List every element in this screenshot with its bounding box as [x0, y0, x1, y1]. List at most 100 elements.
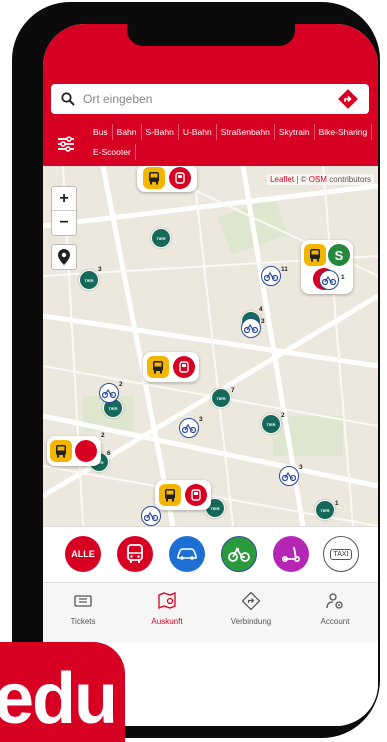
bus-icon [127, 544, 143, 563]
mode-all-button[interactable]: ALLE [65, 536, 101, 572]
tier-scooter-pin[interactable]: TIER [151, 228, 171, 248]
tram-stop-icon [173, 356, 195, 378]
tier-scooter-pin[interactable]: TIER [211, 388, 231, 408]
mode-car-button[interactable] [169, 536, 205, 572]
account-settings-icon [326, 593, 343, 609]
brand-text: edu [0, 659, 118, 739]
vehicle-count: 1 [341, 274, 345, 281]
vehicle-count: 1 [335, 500, 339, 507]
search-input[interactable]: Ort eingeben [83, 92, 337, 106]
vehicle-count: 4 [259, 306, 263, 313]
station-cluster[interactable] [155, 480, 211, 510]
osm-link[interactable]: OSM [309, 175, 327, 184]
mode-selector: ALLE TAXI [43, 526, 378, 582]
scooter-icon [281, 546, 301, 563]
tier-scooter-pin[interactable]: TIER [261, 414, 281, 434]
bike-icon [182, 423, 196, 433]
filter-icon[interactable] [57, 134, 75, 154]
map-view[interactable]: Leaflet | © OSM contributors + − TIER TI… [43, 166, 378, 526]
route-button[interactable] [337, 88, 359, 110]
ticket-icon [74, 595, 92, 607]
filter-skytrain[interactable]: Skytrain [275, 124, 315, 140]
bike-sharing-pin [319, 270, 339, 290]
mode-scooter-button[interactable] [273, 536, 309, 572]
mode-bus-button[interactable] [117, 536, 153, 572]
search-bar[interactable]: Ort eingeben [51, 84, 369, 114]
vehicle-count: 2 [281, 412, 285, 419]
location-pin-icon [58, 249, 70, 265]
phone-screen: Ort eingeben Bus Bahn S-Bahn U-Bahn Stra… [43, 24, 378, 726]
vehicle-count: 2 [119, 381, 123, 388]
map-background [43, 166, 378, 526]
search-icon [61, 92, 75, 106]
phone-notch [127, 24, 295, 46]
filter-u-bahn[interactable]: U-Bahn [179, 124, 217, 140]
mode-bike-button[interactable] [221, 536, 257, 572]
vehicle-count: 6 [107, 450, 111, 457]
bike-icon [264, 271, 278, 281]
station-cluster[interactable] [137, 166, 197, 192]
bicycle-icon [228, 547, 250, 562]
brand-badge: edu [0, 642, 125, 742]
filter-bus[interactable]: Bus [89, 124, 113, 140]
filter-strassenbahn[interactable]: Straßenbahn [217, 124, 275, 140]
bike-sharing-pin[interactable] [99, 383, 119, 403]
bus-stop-icon [147, 356, 169, 378]
filter-bahn[interactable]: Bahn [113, 124, 142, 140]
bike-icon [102, 388, 116, 398]
tab-account[interactable]: Account [295, 591, 375, 626]
s-bahn-icon: S [328, 244, 350, 266]
locate-button[interactable] [51, 244, 77, 270]
zoom-in-button[interactable]: + [52, 187, 76, 211]
phone-frame: Ort eingeben Bus Bahn S-Bahn U-Bahn Stra… [12, 2, 380, 738]
filter-s-bahn[interactable]: S-Bahn [142, 124, 179, 140]
vehicle-count: 3 [199, 416, 203, 423]
vehicle-count: 2 [101, 432, 105, 439]
bus-stop-icon [50, 440, 72, 462]
taxi-icon: TAXI [330, 548, 352, 560]
leaflet-link[interactable]: Leaflet [270, 175, 294, 184]
tier-scooter-pin[interactable]: TIER [315, 500, 335, 520]
tram-stop-icon [169, 167, 191, 189]
filter-e-scooter[interactable]: E-Scooter [89, 144, 136, 160]
filter-chips: Bus Bahn S-Bahn U-Bahn Straßenbahn Skytr… [89, 124, 374, 160]
tab-auskunft[interactable]: Auskunft [127, 591, 207, 626]
tram-stop-icon [185, 484, 207, 506]
bike-sharing-pin[interactable] [261, 266, 281, 286]
bike-icon [282, 471, 296, 481]
bike-sharing-pin[interactable] [241, 318, 261, 338]
map-attribution: Leaflet | © OSM contributors [267, 174, 374, 185]
tier-scooter-pin[interactable]: TIER [79, 270, 99, 290]
stage: Ort eingeben Bus Bahn S-Bahn U-Bahn Stra… [0, 0, 387, 742]
map-info-icon [158, 592, 176, 609]
bike-sharing-pin[interactable] [279, 466, 299, 486]
bike-sharing-pin[interactable] [141, 506, 161, 526]
station-cluster[interactable] [143, 352, 199, 382]
vehicle-count: 3 [299, 464, 303, 471]
bus-stop-icon [159, 484, 181, 506]
zoom-control: + − [51, 186, 77, 236]
app-header: Ort eingeben Bus Bahn S-Bahn U-Bahn Stra… [43, 64, 378, 166]
bike-icon [322, 275, 336, 285]
bike-sharing-pin[interactable] [179, 418, 199, 438]
tab-tickets[interactable]: Tickets [43, 591, 123, 626]
bottom-tab-bar: Tickets Auskunft Verbindung Account [43, 582, 378, 642]
directions-icon [338, 89, 358, 109]
route-icon [242, 592, 260, 610]
vehicle-count: 7 [231, 387, 235, 394]
tram-stop-icon [75, 440, 97, 462]
mode-taxi-button[interactable]: TAXI [323, 536, 359, 572]
bus-stop-icon [304, 244, 326, 266]
bike-icon [244, 323, 258, 333]
vehicle-count: 11 [281, 266, 288, 273]
tab-verbindung[interactable]: Verbindung [211, 591, 291, 626]
zoom-out-button[interactable]: − [52, 211, 76, 235]
status-bar [43, 24, 378, 64]
car-icon [177, 548, 197, 560]
bike-icon [144, 511, 158, 521]
filter-bike-sharing[interactable]: Bike-Sharing [315, 124, 373, 140]
vehicle-count: 3 [98, 266, 102, 273]
station-cluster[interactable]: S 1 [301, 240, 353, 294]
station-cluster[interactable] [47, 436, 101, 466]
vehicle-count: 3 [261, 318, 265, 325]
